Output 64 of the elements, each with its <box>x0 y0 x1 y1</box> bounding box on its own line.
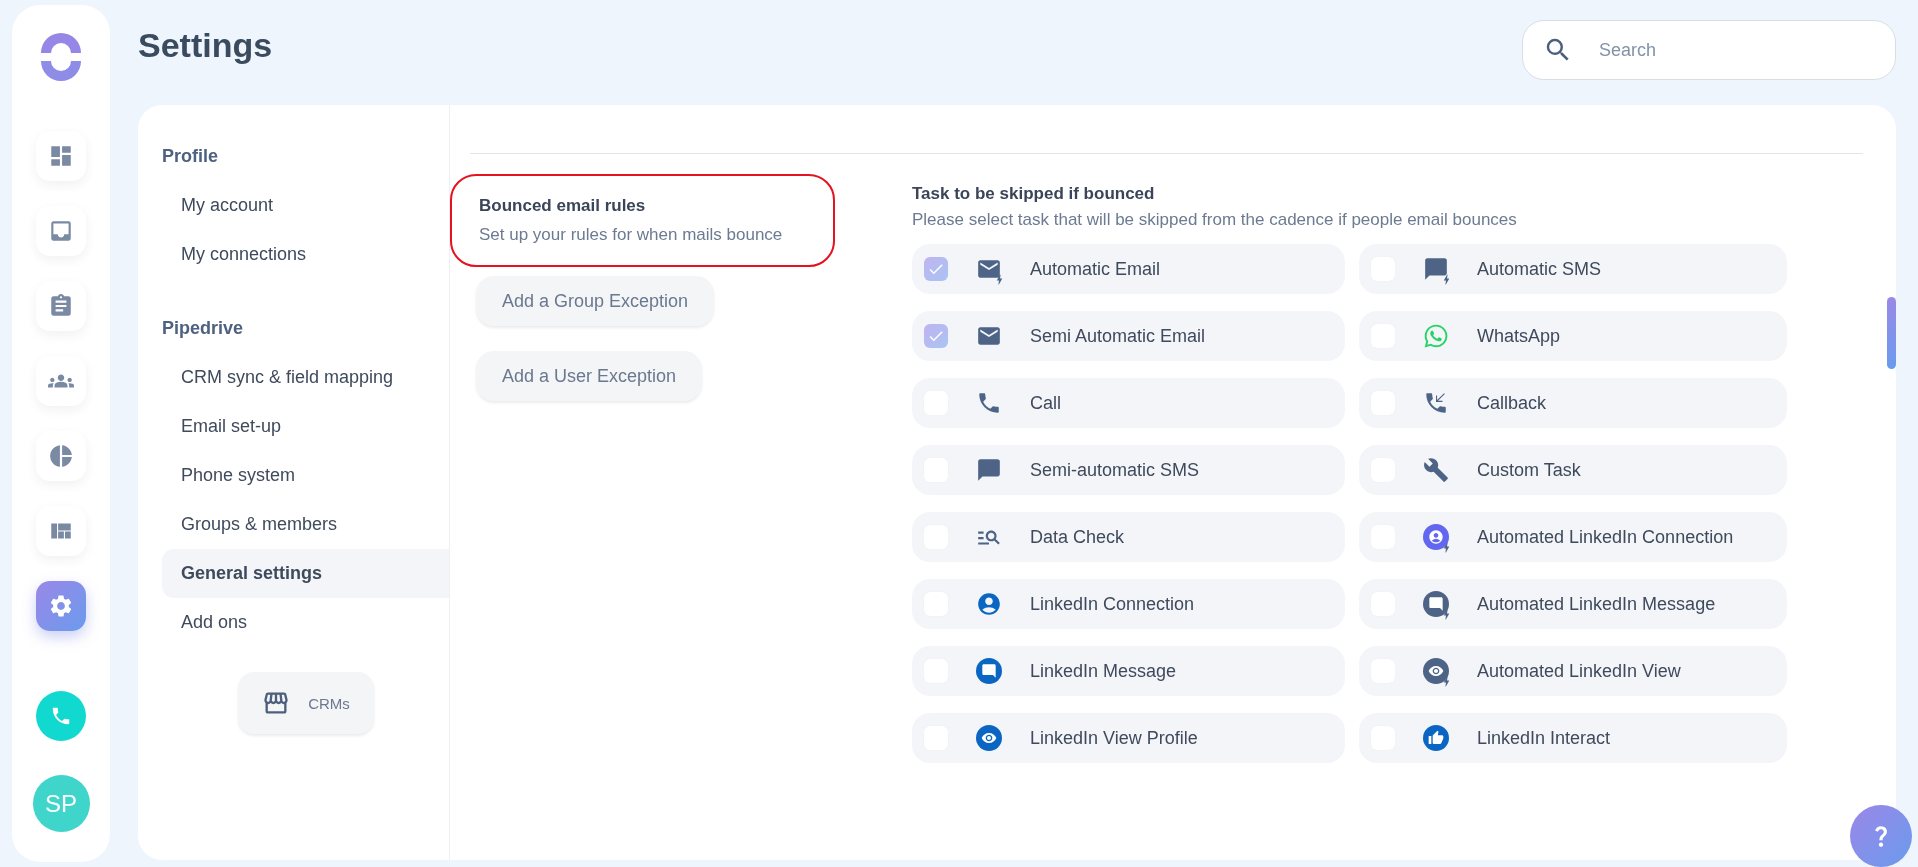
phone-icon <box>50 705 72 727</box>
search-field[interactable]: Search <box>1522 20 1896 80</box>
nav-item[interactable]: Phone system <box>162 451 449 500</box>
crms-button[interactable]: CRMs <box>238 672 374 734</box>
clipboard-icon[interactable] <box>36 281 86 331</box>
task-label: LinkedIn Interact <box>1477 727 1611 749</box>
exception-button[interactable]: Add a Group Exception <box>476 276 715 326</box>
task-option[interactable]: Automated LinkedIn Message <box>1359 579 1787 629</box>
section-description: Please select task that will be skipped from the cadence if people email bounces <box>912 210 1518 230</box>
task-label: Automated LinkedIn Connection <box>1477 526 1734 548</box>
task-label: WhatsApp <box>1477 325 1561 347</box>
task-option[interactable]: Automated LinkedIn Connection <box>1359 512 1787 562</box>
task-option[interactable]: Semi Automatic Email <box>912 311 1345 361</box>
task-option[interactable]: LinkedIn Interact <box>1359 713 1787 763</box>
phone-button[interactable] <box>36 691 86 741</box>
search-input[interactable]: Search <box>1597 38 1875 62</box>
task-label: Call <box>1030 392 1061 414</box>
section-title: Task to be skipped if bounced <box>912 184 1156 204</box>
checkbox[interactable] <box>924 257 948 281</box>
checkbox[interactable] <box>924 324 948 348</box>
nav-heading: Pipedrive <box>162 317 245 340</box>
nav-heading: Profile <box>162 145 219 168</box>
task-label: Custom Task <box>1477 459 1581 481</box>
page-title: Settings <box>138 26 273 65</box>
task-option[interactable]: Automated LinkedIn View <box>1359 646 1787 696</box>
nav-item[interactable]: CRM sync & field mapping <box>162 353 449 402</box>
task-option[interactable]: LinkedIn Connection <box>912 579 1345 629</box>
task-option[interactable]: LinkedIn Message <box>912 646 1345 696</box>
dashboard-icon[interactable] <box>36 131 86 181</box>
task-option[interactable]: LinkedIn View Profile <box>912 713 1345 763</box>
task-option[interactable]: WhatsApp <box>1359 311 1787 361</box>
task-label: Callback <box>1477 392 1547 414</box>
task-option[interactable]: Automatic SMS <box>1359 244 1787 294</box>
scrollbar-thumb[interactable] <box>1887 297 1896 369</box>
task-option[interactable]: Callback <box>1359 378 1787 428</box>
people-icon[interactable] <box>36 356 86 406</box>
task-label: LinkedIn Connection <box>1030 593 1195 615</box>
task-label: Data Check <box>1030 526 1125 548</box>
nav-item[interactable]: My connections <box>162 230 449 279</box>
tray-icon[interactable] <box>36 206 86 256</box>
task-option[interactable]: Custom Task <box>1359 445 1787 495</box>
task-option[interactable]: Automatic Email <box>912 244 1345 294</box>
task-option[interactable]: Data Check <box>912 512 1345 562</box>
task-option[interactable]: Call <box>912 378 1345 428</box>
exception-button[interactable]: Add a User Exception <box>476 351 703 401</box>
task-label: Semi-automatic SMS <box>1030 459 1200 481</box>
task-label: Automated LinkedIn Message <box>1477 593 1716 615</box>
nav-item[interactable]: Add ons <box>162 598 449 647</box>
task-label: Automated LinkedIn View <box>1477 660 1681 682</box>
layout-icon[interactable] <box>36 506 86 556</box>
nav-item[interactable]: General settings <box>162 549 449 598</box>
nav-item[interactable]: Groups & members <box>162 500 449 549</box>
task-label: LinkedIn View Profile <box>1030 727 1198 749</box>
task-label: Automatic SMS <box>1477 258 1602 280</box>
section-title: Bounced email rules <box>479 196 647 216</box>
section-description: Set up your rules for when mails bounce <box>479 225 784 245</box>
task-label: Semi Automatic Email <box>1030 325 1206 347</box>
nav-item[interactable]: My account <box>162 181 449 230</box>
pie-chart-icon[interactable] <box>36 431 86 481</box>
task-label: Automatic Email <box>1030 258 1161 280</box>
task-label: LinkedIn Message <box>1030 660 1177 682</box>
nav-item[interactable]: Email set-up <box>162 402 449 451</box>
settings-icon[interactable] <box>36 581 86 631</box>
task-option[interactable]: Semi-automatic SMS <box>912 445 1345 495</box>
